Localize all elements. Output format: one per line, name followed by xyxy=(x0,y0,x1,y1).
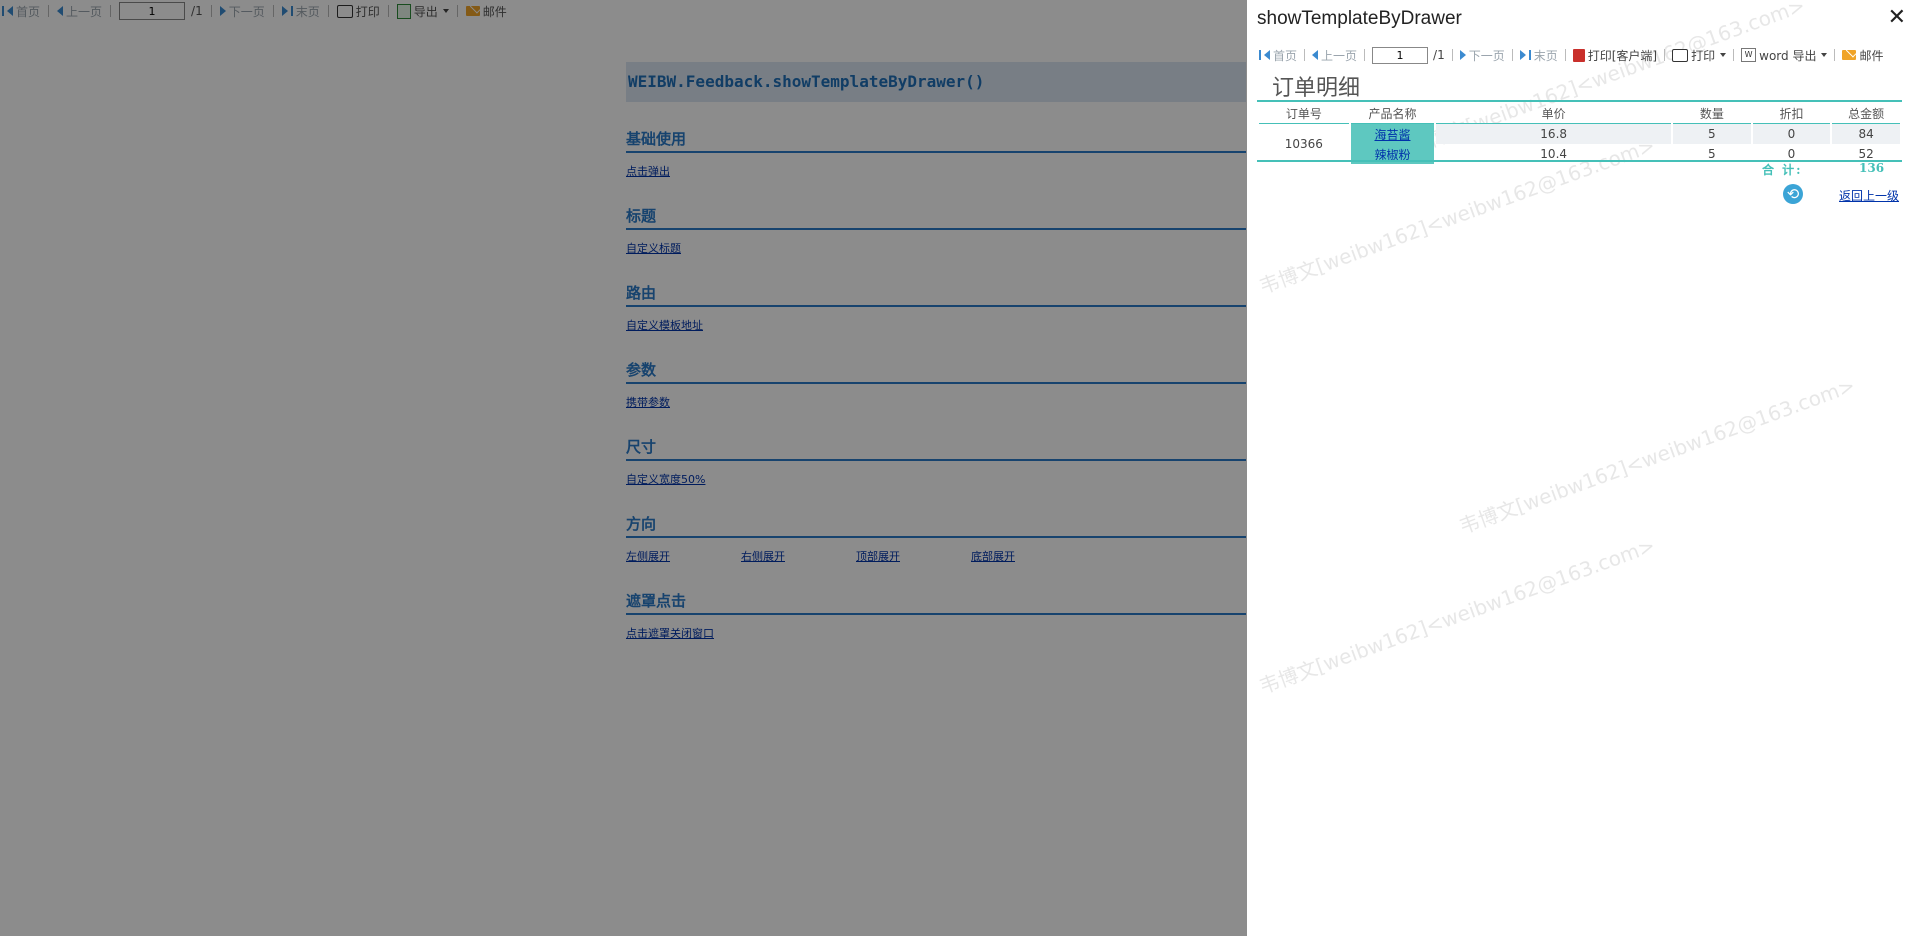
column-header-discount: 折扣 xyxy=(1752,103,1831,124)
last-page-icon xyxy=(1519,50,1526,60)
close-icon[interactable]: ✕ xyxy=(1888,6,1906,30)
toolbar-separator xyxy=(1364,49,1366,61)
drawer-panel: 韦博文[weibw162]<weibw162@163.com> 韦博文[weib… xyxy=(1247,0,1916,936)
chevron-down-icon xyxy=(1821,53,1828,57)
toolbar-separator xyxy=(1733,49,1735,61)
table-row: 10366 海苔酱 16.8 5 0 84 xyxy=(1259,124,1900,151)
return-icon[interactable]: ⟲ xyxy=(1783,184,1803,204)
report-toolbar: 首页 上一页 /1 下一页 末页 打印[客户端] 打印 Wword 导出 邮件 xyxy=(1259,46,1883,64)
toolbar-separator xyxy=(1834,49,1836,61)
mail-icon xyxy=(1842,50,1857,60)
chevron-down-icon xyxy=(1720,53,1727,57)
drawer-title: showTemplateByDrawer xyxy=(1257,8,1462,29)
next-page-icon xyxy=(1459,50,1466,60)
qty-cell: 5 xyxy=(1673,124,1751,144)
word-icon: W xyxy=(1741,48,1757,62)
print-button[interactable]: 打印 xyxy=(1672,47,1727,64)
table-header-row: 订单号 产品名称 单价 数量 折扣 总金额 xyxy=(1259,103,1900,124)
report-title: 订单明细 xyxy=(1272,76,1361,101)
discount-cell: 0 xyxy=(1752,124,1831,144)
word-export-button[interactable]: Wword 导出 xyxy=(1741,47,1828,64)
toolbar-separator xyxy=(1511,49,1513,61)
first-page-icon xyxy=(1259,50,1261,60)
printer-icon xyxy=(1672,48,1689,62)
last-page-button[interactable]: 末页 xyxy=(1519,47,1558,64)
watermark: 韦博文[weibw162]<weibw162@163.com> xyxy=(1456,372,1859,539)
column-header-price: 单价 xyxy=(1436,103,1672,124)
total-value: 136 xyxy=(1859,161,1885,175)
next-page-button[interactable]: 下一页 xyxy=(1459,47,1505,64)
total-label: 合 计: xyxy=(1762,163,1803,177)
report-divider xyxy=(1257,100,1902,102)
order-detail-table: 订单号 产品名称 单价 数量 折扣 总金额 10366 海苔酱 16.8 5 0… xyxy=(1257,103,1902,164)
product-link[interactable]: 海苔酱 xyxy=(1374,128,1410,142)
column-header-total: 总金额 xyxy=(1832,103,1900,124)
back-link[interactable]: 返回上一级 xyxy=(1839,187,1899,204)
watermark: 韦博文[weibw162]<weibw162@163.com> xyxy=(1256,532,1659,699)
price-cell: 16.8 xyxy=(1436,124,1672,144)
order-no-cell: 10366 xyxy=(1284,137,1323,151)
total-cell: 84 xyxy=(1832,124,1900,144)
toolbar-separator xyxy=(1564,49,1566,61)
toolbar-separator xyxy=(1304,49,1306,61)
page-number-input[interactable] xyxy=(1372,46,1429,64)
prev-page-icon xyxy=(1312,50,1319,60)
print-client-button[interactable]: 打印[客户端] xyxy=(1572,47,1657,64)
column-header-product: 产品名称 xyxy=(1350,103,1435,124)
product-cell: 海苔酱 xyxy=(1350,124,1435,144)
prev-page-button[interactable]: 上一页 xyxy=(1312,47,1357,64)
column-header-qty: 数量 xyxy=(1673,103,1751,124)
pdf-icon xyxy=(1572,48,1585,62)
first-page-button[interactable]: 首页 xyxy=(1259,47,1297,64)
page-total-label: /1 xyxy=(1433,48,1445,62)
toolbar-separator xyxy=(1451,49,1453,61)
table-bottom-divider xyxy=(1257,160,1902,162)
column-header-order-no: 订单号 xyxy=(1259,103,1349,124)
toolbar-separator xyxy=(1664,49,1666,61)
mail-button[interactable]: 邮件 xyxy=(1842,47,1883,64)
